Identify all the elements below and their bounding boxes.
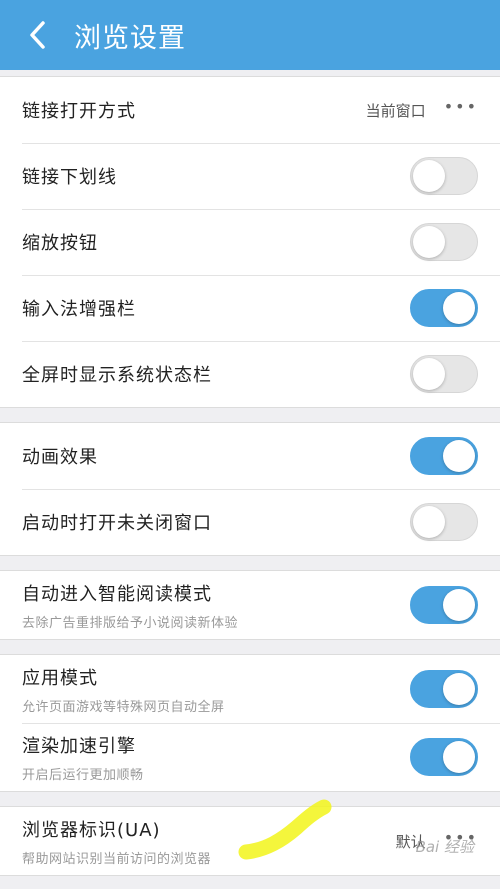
setting-label: 应用模式 [22,667,98,689]
setting-smart-reading: 自动进入智能阅读模式 去除广告重排版给予小说阅读新体验 [0,571,500,639]
setting-label: 缩放按钮 [22,233,98,254]
setting-label-wrap: 链接下划线 [22,163,410,189]
setting-description: 开启后运行更加顺畅 [22,767,144,783]
toggle-knob [443,440,475,472]
restore-windows-toggle[interactable] [410,503,478,541]
setting-restore-windows: 启动时打开未关闭窗口 [0,489,500,555]
setting-label-wrap: 动画效果 [22,443,410,469]
settings-group-ua: 浏览器标识(UA) 帮助网站识别当前访问的浏览器 默认 ••• [0,806,500,876]
ime-bar-toggle[interactable] [410,289,478,327]
group-spacer [0,408,500,422]
setting-label-wrap: 浏览器标识(UA) 帮助网站识别当前访问的浏览器 [22,816,396,867]
setting-label: 浏览器标识(UA) [22,819,161,841]
setting-description: 允许页面游戏等特殊网页自动全屏 [22,699,225,715]
setting-label-wrap: 自动进入智能阅读模式 去除广告重排版给予小说阅读新体验 [22,580,410,631]
setting-ime-bar: 输入法增强栏 [0,275,500,341]
setting-label: 全屏时显示系统状态栏 [22,365,212,386]
setting-label: 渲染加速引擎 [22,735,136,757]
settings-list: 链接打开方式 当前窗口 ••• 链接下划线 缩放按钮 输入法增强栏 全屏时显示系… [0,70,500,876]
group-spacer [0,556,500,570]
setting-label-wrap: 应用模式 允许页面游戏等特殊网页自动全屏 [22,664,410,715]
link-underline-toggle[interactable] [410,157,478,195]
settings-group-performance: 应用模式 允许页面游戏等特殊网页自动全屏 渲染加速引擎 开启后运行更加顺畅 [0,654,500,792]
app-mode-toggle[interactable] [410,670,478,708]
setting-label: 启动时打开未关闭窗口 [22,513,212,534]
toggle-knob [443,741,475,773]
setting-app-mode: 应用模式 允许页面游戏等特殊网页自动全屏 [0,655,500,723]
setting-label-wrap: 缩放按钮 [22,229,410,255]
fullscreen-statusbar-toggle[interactable] [410,355,478,393]
setting-label: 链接下划线 [22,167,117,188]
settings-group-window: 动画效果 启动时打开未关闭窗口 [0,422,500,556]
setting-zoom-buttons: 缩放按钮 [0,209,500,275]
setting-label: 动画效果 [22,447,98,468]
settings-group-link: 链接打开方式 当前窗口 ••• 链接下划线 缩放按钮 输入法增强栏 全屏时显示系… [0,76,500,408]
zoom-buttons-toggle[interactable] [410,223,478,261]
smart-reading-toggle[interactable] [410,586,478,624]
toggle-knob [413,358,445,390]
toggle-knob [413,160,445,192]
setting-label: 输入法增强栏 [22,299,136,320]
group-spacer [0,640,500,654]
setting-label-wrap: 链接打开方式 [22,97,366,123]
setting-user-agent[interactable]: 浏览器标识(UA) 帮助网站识别当前访问的浏览器 默认 ••• [0,807,500,875]
toggle-knob [443,292,475,324]
setting-label-wrap: 输入法增强栏 [22,295,410,321]
setting-label-wrap: 启动时打开未关闭窗口 [22,509,410,535]
animation-toggle[interactable] [410,437,478,475]
toggle-knob [413,226,445,258]
settings-group-reading: 自动进入智能阅读模式 去除广告重排版给予小说阅读新体验 [0,570,500,640]
setting-fullscreen-statusbar: 全屏时显示系统状态栏 [0,341,500,407]
setting-link-underline: 链接下划线 [0,143,500,209]
more-icon[interactable]: ••• [444,830,478,846]
setting-label: 自动进入智能阅读模式 [22,583,212,605]
more-icon[interactable]: ••• [444,99,478,115]
back-button[interactable] [8,0,68,70]
app-header: 浏览设置 [0,0,500,70]
toggle-knob [413,506,445,538]
toggle-knob [443,673,475,705]
setting-description: 帮助网站识别当前访问的浏览器 [22,851,212,867]
page-title: 浏览设置 [74,22,186,54]
setting-value: 当前窗口 [365,101,426,120]
setting-label-wrap: 渲染加速引擎 开启后运行更加顺畅 [22,732,410,783]
group-spacer [0,792,500,806]
setting-label: 链接打开方式 [22,101,136,122]
render-acceleration-toggle[interactable] [410,738,478,776]
setting-value: 默认 [395,832,426,851]
setting-link-open-mode[interactable]: 链接打开方式 当前窗口 ••• [0,77,500,143]
chevron-left-icon [30,21,45,49]
setting-animation: 动画效果 [0,423,500,489]
setting-render-acceleration: 渲染加速引擎 开启后运行更加顺畅 [0,723,500,791]
bottom-edge [0,876,500,889]
toggle-knob [443,589,475,621]
setting-description: 去除广告重排版给予小说阅读新体验 [22,615,239,631]
setting-label-wrap: 全屏时显示系统状态栏 [22,361,410,387]
